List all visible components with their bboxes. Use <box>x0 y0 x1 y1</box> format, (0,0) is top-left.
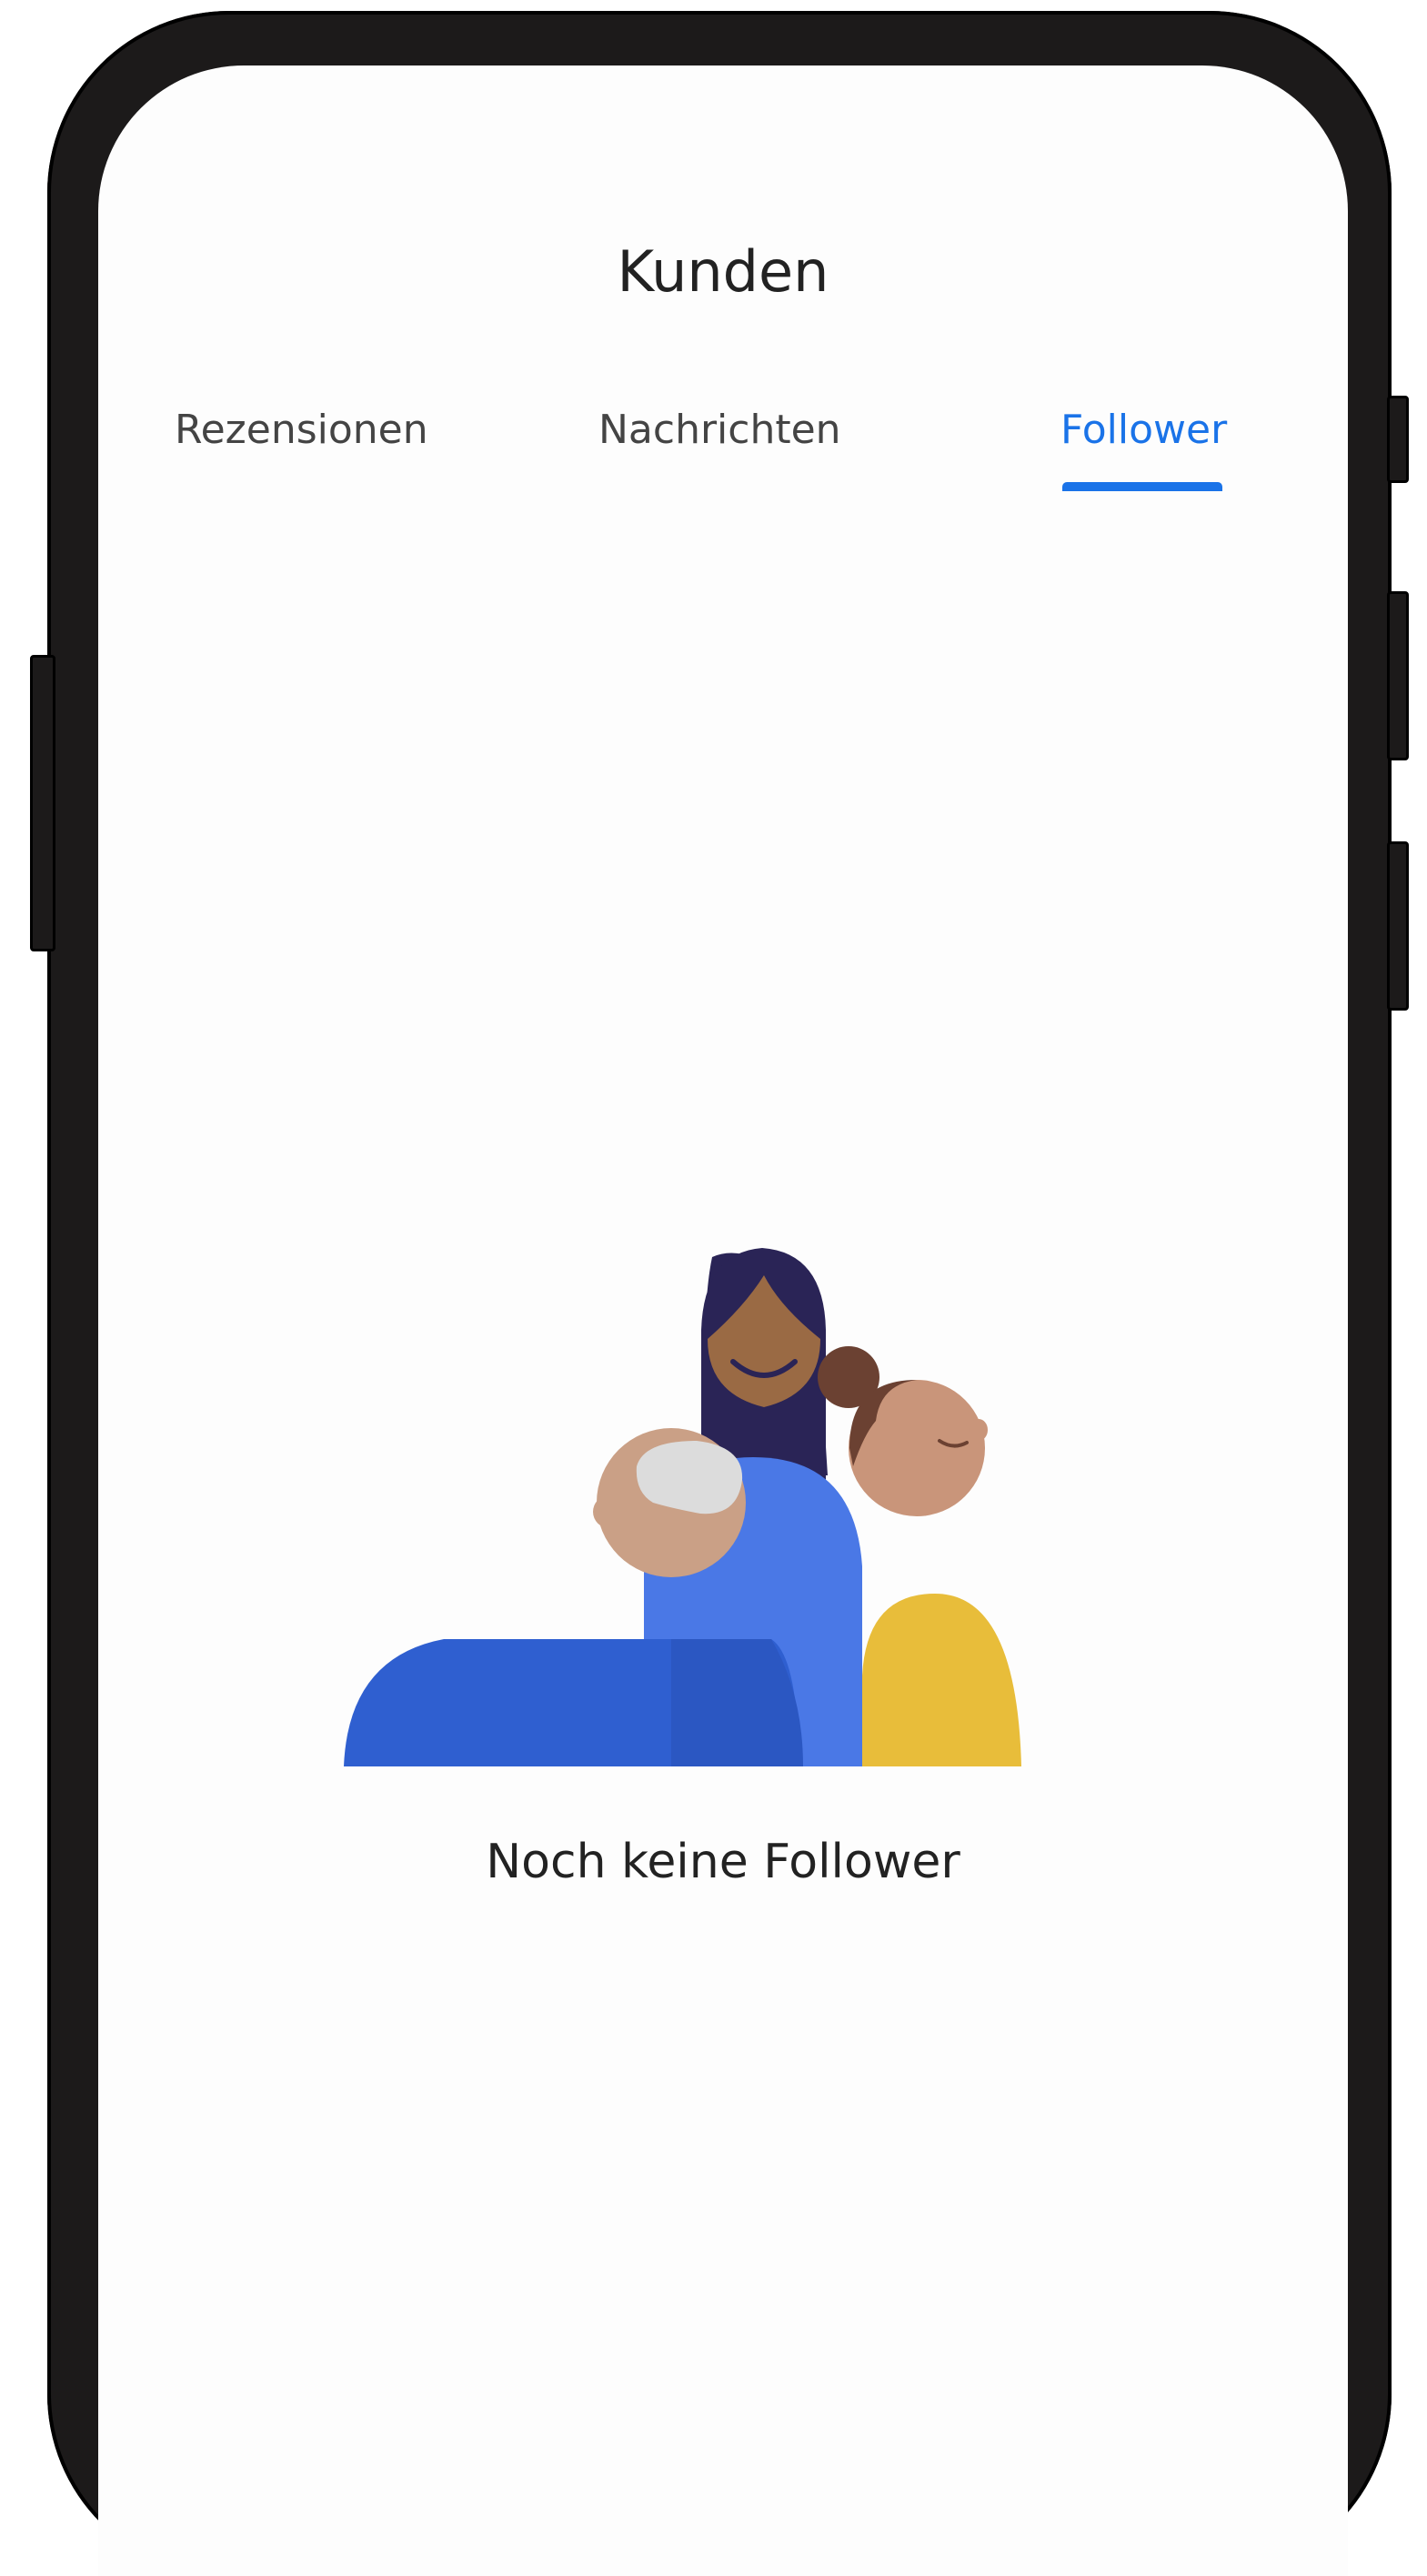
volume-up-button <box>1387 591 1409 760</box>
page-title: Kunden <box>617 238 829 305</box>
power-button <box>1387 396 1409 483</box>
volume-down-button <box>1387 841 1409 1011</box>
right-person-body <box>862 1594 1021 1766</box>
tab-follower[interactable]: Follower <box>1060 407 1227 453</box>
people-group-illustration <box>344 1248 1021 1766</box>
empty-state-message: Noch keine Follower <box>486 1835 960 1889</box>
tab-rezensionen[interactable]: Rezensionen <box>175 407 428 453</box>
tab-bar: Rezensionen Nachrichten Follower <box>98 407 1348 516</box>
active-tab-indicator <box>1062 482 1222 491</box>
app-screen: Kunden Rezensionen Nachrichten Follower … <box>98 65 1348 2576</box>
tab-nachrichten[interactable]: Nachrichten <box>598 407 841 453</box>
side-button-left <box>30 655 55 951</box>
